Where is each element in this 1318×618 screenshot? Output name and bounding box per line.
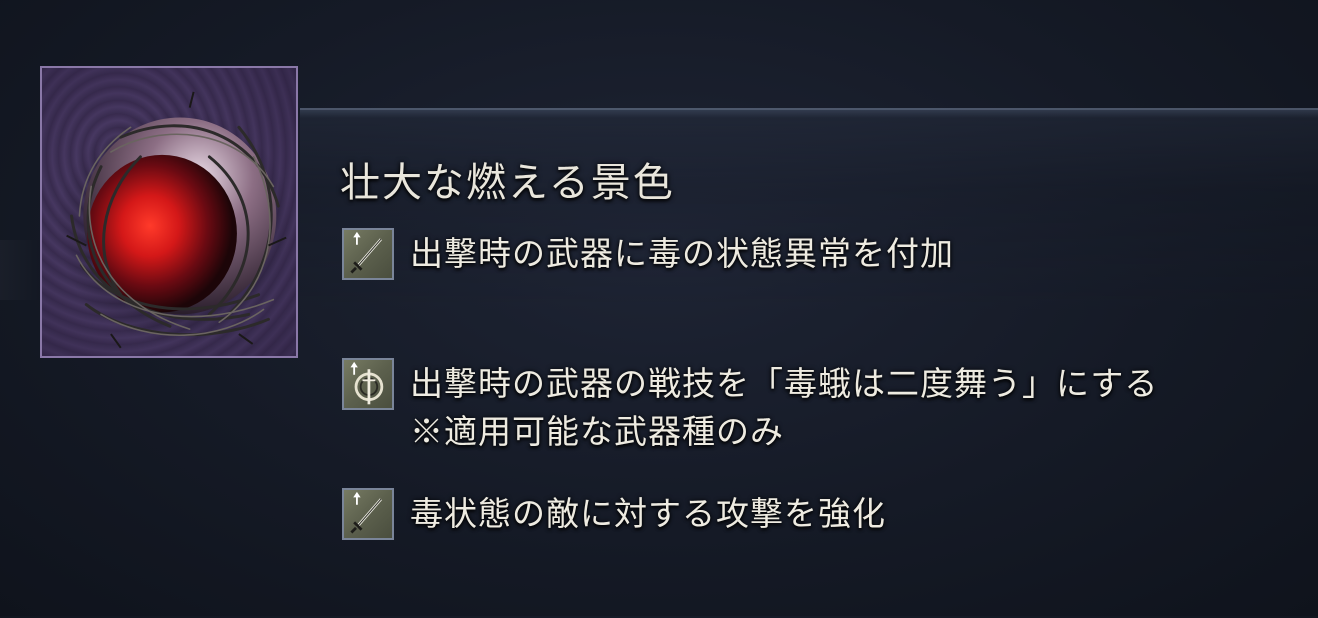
background-ghost-text — [0, 240, 40, 300]
item-name: 壮大な燃える景色 — [340, 160, 675, 206]
effect-row-3: 毒状態の敵に対する攻撃を強化 — [342, 488, 886, 540]
ash-of-war-up-arrow-icon — [342, 358, 394, 410]
effect-line: 出撃時の武器に毒の状態異常を付加 — [410, 234, 954, 273]
red-orb-in-thorns-icon — [56, 91, 294, 349]
effect-text-1: 出撃時の武器に毒の状態異常を付加 — [410, 230, 954, 278]
effect-row-2: 出撃時の武器の戦技を「毒蛾は二度舞う」にする ※適用可能な武器種のみ — [342, 358, 1158, 456]
effect-text-2: 出撃時の武器の戦技を「毒蛾は二度舞う」にする ※適用可能な武器種のみ — [410, 360, 1158, 456]
effect-row-1: 出撃時の武器に毒の状態異常を付加 — [342, 228, 954, 280]
effect-note-line: ※適用可能な武器種のみ — [410, 412, 784, 451]
sword-up-arrow-icon — [342, 488, 394, 540]
effect-line: 出撃時の武器の戦技を「毒蛾は二度舞う」にする — [410, 364, 1159, 403]
item-icon-frame[interactable] — [40, 66, 298, 358]
effect-text-3: 毒状態の敵に対する攻撃を強化 — [410, 490, 886, 538]
effect-line: 毒状態の敵に対する攻撃を強化 — [410, 494, 886, 533]
sword-up-arrow-icon — [342, 228, 394, 280]
